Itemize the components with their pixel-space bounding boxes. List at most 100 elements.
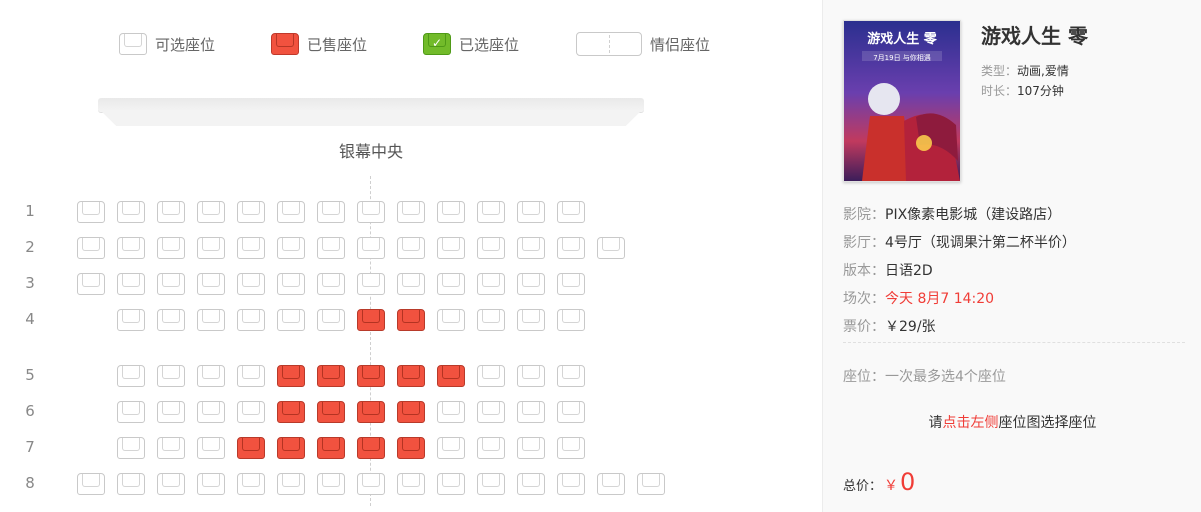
available-seat[interactable] bbox=[357, 273, 385, 295]
available-seat[interactable] bbox=[117, 437, 145, 459]
available-seat[interactable] bbox=[477, 273, 505, 295]
available-seat[interactable] bbox=[597, 237, 625, 259]
available-seat[interactable] bbox=[317, 201, 345, 223]
available-seat[interactable] bbox=[237, 309, 265, 331]
available-seat[interactable] bbox=[117, 309, 145, 331]
available-seat[interactable] bbox=[117, 273, 145, 295]
available-seat[interactable] bbox=[157, 309, 185, 331]
available-seat-icon bbox=[119, 33, 147, 55]
available-seat[interactable] bbox=[197, 201, 225, 223]
screen-base bbox=[100, 110, 642, 126]
available-seat[interactable] bbox=[517, 437, 545, 459]
available-seat[interactable] bbox=[397, 237, 425, 259]
available-seat[interactable] bbox=[557, 473, 585, 495]
available-seat[interactable] bbox=[197, 365, 225, 387]
available-seat[interactable] bbox=[117, 201, 145, 223]
available-seat[interactable] bbox=[197, 273, 225, 295]
available-seat[interactable] bbox=[157, 237, 185, 259]
available-seat[interactable] bbox=[517, 237, 545, 259]
available-seat[interactable] bbox=[77, 273, 105, 295]
available-seat[interactable] bbox=[517, 365, 545, 387]
available-seat[interactable] bbox=[77, 201, 105, 223]
available-seat[interactable] bbox=[437, 473, 465, 495]
available-seat[interactable] bbox=[157, 365, 185, 387]
movie-type: 类型：动画,爱情 bbox=[981, 62, 1069, 79]
available-seat[interactable] bbox=[437, 401, 465, 423]
available-seat[interactable] bbox=[477, 365, 505, 387]
available-seat[interactable] bbox=[397, 473, 425, 495]
total-amount: 0 bbox=[900, 468, 916, 496]
available-seat[interactable] bbox=[237, 201, 265, 223]
available-seat[interactable] bbox=[237, 273, 265, 295]
available-seat[interactable] bbox=[157, 273, 185, 295]
cinema-label: 影院： bbox=[843, 207, 885, 223]
available-seat[interactable] bbox=[517, 401, 545, 423]
available-seat[interactable] bbox=[197, 437, 225, 459]
available-seat[interactable] bbox=[437, 201, 465, 223]
available-seat[interactable] bbox=[557, 273, 585, 295]
available-seat[interactable] bbox=[477, 437, 505, 459]
version-value: 日语2D bbox=[885, 263, 933, 279]
available-seat[interactable] bbox=[557, 201, 585, 223]
available-seat[interactable] bbox=[277, 309, 305, 331]
available-seat[interactable] bbox=[517, 309, 545, 331]
available-seat[interactable] bbox=[317, 273, 345, 295]
available-seat[interactable] bbox=[517, 201, 545, 223]
available-seat[interactable] bbox=[357, 201, 385, 223]
available-seat[interactable] bbox=[277, 273, 305, 295]
available-seat[interactable] bbox=[437, 237, 465, 259]
available-seat[interactable] bbox=[77, 473, 105, 495]
available-seat[interactable] bbox=[77, 237, 105, 259]
available-seat[interactable] bbox=[477, 237, 505, 259]
available-seat[interactable] bbox=[157, 473, 185, 495]
available-seat[interactable] bbox=[437, 273, 465, 295]
available-seat[interactable] bbox=[557, 437, 585, 459]
available-seat[interactable] bbox=[157, 401, 185, 423]
price-value: ￥29/张 bbox=[885, 319, 936, 335]
available-seat[interactable] bbox=[477, 309, 505, 331]
available-seat[interactable] bbox=[517, 473, 545, 495]
legend-couple-label: 情侣座位 bbox=[650, 35, 711, 54]
available-seat[interactable] bbox=[157, 437, 185, 459]
available-seat[interactable] bbox=[277, 237, 305, 259]
available-seat[interactable] bbox=[197, 401, 225, 423]
available-seat[interactable] bbox=[317, 309, 345, 331]
available-seat[interactable] bbox=[117, 401, 145, 423]
available-seat[interactable] bbox=[597, 473, 625, 495]
available-seat[interactable] bbox=[357, 237, 385, 259]
seat-selection-value: 一次最多选4个座位 bbox=[885, 369, 1006, 385]
available-seat[interactable] bbox=[637, 473, 665, 495]
available-seat[interactable] bbox=[237, 401, 265, 423]
available-seat[interactable] bbox=[237, 237, 265, 259]
available-seat[interactable] bbox=[197, 473, 225, 495]
available-seat[interactable] bbox=[437, 437, 465, 459]
available-seat[interactable] bbox=[557, 309, 585, 331]
available-seat[interactable] bbox=[277, 201, 305, 223]
available-seat[interactable] bbox=[477, 201, 505, 223]
available-seat[interactable] bbox=[157, 201, 185, 223]
available-seat[interactable] bbox=[557, 365, 585, 387]
available-seat[interactable] bbox=[197, 237, 225, 259]
available-seat[interactable] bbox=[197, 309, 225, 331]
available-seat[interactable] bbox=[317, 473, 345, 495]
available-seat[interactable] bbox=[117, 237, 145, 259]
available-seat[interactable] bbox=[237, 473, 265, 495]
available-seat[interactable] bbox=[477, 473, 505, 495]
available-seat[interactable] bbox=[437, 309, 465, 331]
sold-seat bbox=[237, 437, 265, 459]
available-seat[interactable] bbox=[517, 273, 545, 295]
available-seat[interactable] bbox=[397, 273, 425, 295]
available-seat[interactable] bbox=[317, 237, 345, 259]
available-seat[interactable] bbox=[357, 473, 385, 495]
available-seat[interactable] bbox=[397, 201, 425, 223]
sold-seat bbox=[357, 437, 385, 459]
legend-available: 可选座位 bbox=[119, 32, 215, 56]
available-seat[interactable] bbox=[277, 473, 305, 495]
sold-seat bbox=[397, 309, 425, 331]
available-seat[interactable] bbox=[477, 401, 505, 423]
available-seat[interactable] bbox=[117, 473, 145, 495]
available-seat[interactable] bbox=[117, 365, 145, 387]
available-seat[interactable] bbox=[557, 401, 585, 423]
available-seat[interactable] bbox=[237, 365, 265, 387]
available-seat[interactable] bbox=[557, 237, 585, 259]
